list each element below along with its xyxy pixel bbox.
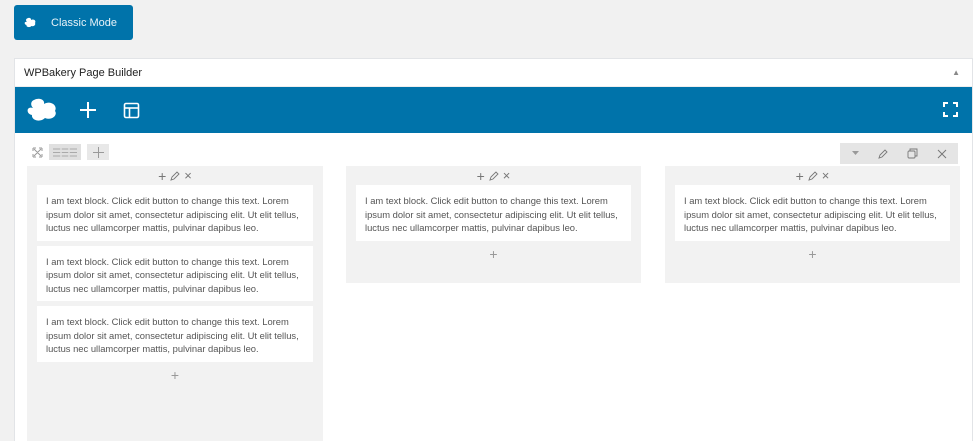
wpbakery-panel: WPBakery Page Builder ▲ + × I am text bl… [14,58,973,441]
text-block[interactable]: I am text block. Click edit button to ch… [356,185,631,241]
plus-icon [92,146,104,158]
wpbakery-logo-icon[interactable] [26,98,59,122]
column-controls: + × [675,166,950,185]
row-controls-left [32,144,109,160]
panel-title: WPBakery Page Builder [24,66,142,79]
clone-icon [907,148,917,159]
close-icon[interactable]: × [184,168,192,183]
fullscreen-icon[interactable] [943,102,958,117]
classic-mode-label: Classic Mode [51,16,118,29]
pencil-icon[interactable] [489,170,499,181]
column-1: + × I am text block. Click edit button t… [27,166,323,441]
close-icon[interactable]: × [503,168,511,183]
panel-toggle-icon[interactable]: ▲ [952,68,960,77]
builder-canvas: + × I am text block. Click edit button t… [15,133,972,441]
row-delete-button[interactable] [937,149,947,159]
panel-header: WPBakery Page Builder ▲ [15,59,972,87]
builder-toolbar [15,87,972,133]
column-layout-icon [53,147,77,157]
text-block[interactable]: I am text block. Click edit button to ch… [675,185,950,241]
column-3: + × I am text block. Click edit button t… [665,166,960,283]
column-2: + × I am text block. Click edit button t… [346,166,641,283]
pencil-icon [877,148,888,159]
plus-icon[interactable]: + [796,168,804,184]
cloud-icon [24,17,36,27]
column-controls: + × [37,166,313,185]
plus-icon[interactable]: + [477,168,485,184]
add-element-plus-icon[interactable]: + [675,246,950,264]
column-controls: + × [356,166,631,185]
move-icon[interactable] [32,147,43,158]
text-block[interactable]: I am text block. Click edit button to ch… [37,245,313,301]
classic-mode-button[interactable]: Classic Mode [14,5,133,40]
add-element-plus-icon[interactable]: + [356,246,631,264]
row-clone-button[interactable] [907,148,918,159]
pencil-icon[interactable] [170,170,180,181]
pencil-icon[interactable] [808,170,818,181]
column-layout-button[interactable] [49,144,81,160]
close-icon[interactable]: × [822,168,830,183]
add-column-button[interactable] [87,144,109,160]
text-block[interactable]: I am text block. Click edit button to ch… [37,306,313,362]
row-edit-button[interactable] [877,148,888,159]
plus-icon[interactable]: + [158,168,166,184]
close-icon [937,149,946,158]
chevron-down-icon [851,151,859,155]
templates-layout-icon[interactable] [123,102,140,119]
add-element-icon[interactable] [79,101,97,119]
text-block[interactable]: I am text block. Click edit button to ch… [37,185,313,241]
add-element-plus-icon[interactable]: + [37,367,313,385]
row-toggle-button[interactable] [851,151,859,156]
row-controls-right [840,143,958,164]
